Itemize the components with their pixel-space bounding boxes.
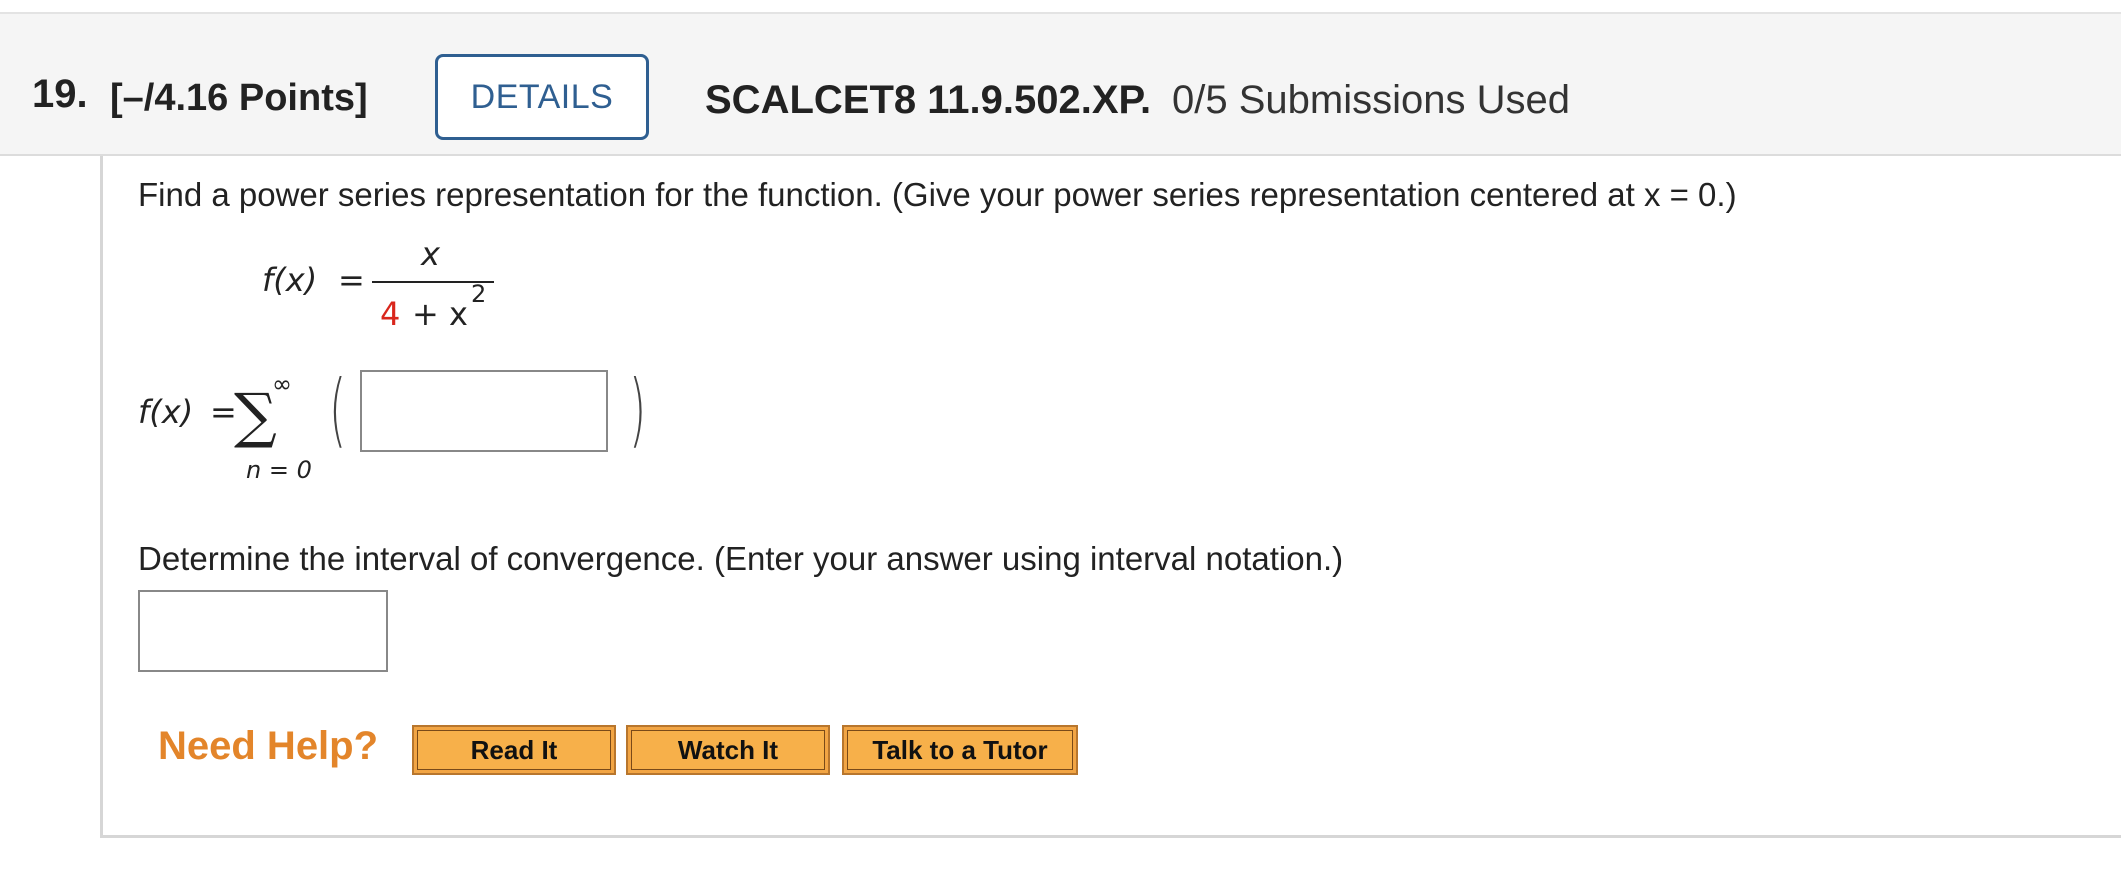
read-it-button[interactable]: Read It — [412, 725, 616, 775]
question-prompt: Find a power series representation for t… — [138, 176, 1737, 213]
question-body — [100, 156, 2121, 838]
sigma-symbol: ∑ — [234, 381, 277, 451]
question-number: 19. — [32, 72, 88, 116]
series-answer-input[interactable] — [360, 370, 608, 452]
open-paren: ( — [329, 363, 347, 456]
interval-answer-input[interactable] — [138, 590, 388, 672]
close-paren: ) — [629, 363, 647, 456]
denominator-constant: 4 — [380, 295, 401, 333]
submissions-used: 0/5 Submissions Used — [1172, 78, 1570, 122]
function-lhs: f(x) — [262, 261, 318, 299]
series-equals: = — [210, 393, 237, 431]
question-header: 19. [–/4.16 Points] DETAILS SCALCET8 11.… — [0, 14, 2121, 156]
problem-id: SCALCET8 11.9.502.XP. — [705, 78, 1152, 122]
interval-prompt: Determine the interval of convergence. (… — [138, 540, 1344, 577]
details-button[interactable]: DETAILS — [435, 54, 649, 140]
function-equals: = — [338, 261, 365, 299]
function-numerator: x — [421, 235, 440, 273]
watch-it-label: Watch It — [631, 730, 825, 770]
series-lhs: f(x) — [138, 393, 194, 431]
read-it-label: Read It — [417, 730, 611, 770]
denominator-exponent: 2 — [471, 280, 487, 308]
denominator-rest: + x — [412, 295, 468, 333]
need-help-label: Need Help? — [158, 724, 379, 768]
talk-to-tutor-button[interactable]: Talk to a Tutor — [842, 725, 1078, 775]
talk-to-tutor-label: Talk to a Tutor — [847, 730, 1073, 770]
points-label: [–/4.16 Points] — [110, 77, 368, 119]
watch-it-button[interactable]: Watch It — [626, 725, 830, 775]
sum-lower-limit: n = 0 — [246, 456, 312, 484]
